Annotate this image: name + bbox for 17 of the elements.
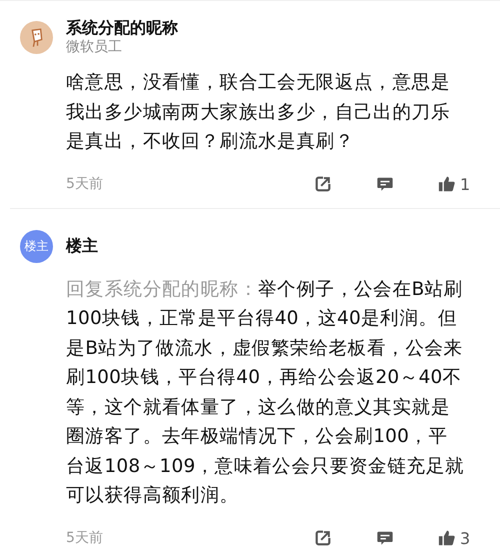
thumbs-up-icon xyxy=(438,529,456,547)
author-name: 系统分配的昵称 xyxy=(66,18,178,38)
like-button[interactable]: 1 xyxy=(438,174,480,194)
avatar-badge: 楼主 xyxy=(20,230,53,262)
comment-time: 5天前 xyxy=(66,529,103,547)
comment-text: 回复系统分配的昵称：举个例子，公会在B站刷100块钱，正常是平台得40，这40是利润。但是B站为了做流水，虚假繁荣给老板看，公会来刷100块钱，平台得40，再给公会返20～40不等，这个就看体量了，这么做的意义其实就是圈游客了。去年极端情况下，公会刷100，平台返108～109，意味着公会只要资金链充足就可以获得高额利润。 xyxy=(66,278,466,508)
share-icon[interactable] xyxy=(314,175,332,193)
avatar-icon xyxy=(20,20,53,54)
comment-text: 啥意思，没看懂，联合工会无限返点，意思是我出多少城南两大家族出多少，自己出的刀乐是真出，不收回？刷流水是真刷？ xyxy=(66,71,451,154)
author-title: 微软员工 xyxy=(66,38,123,56)
comment-icon[interactable] xyxy=(376,529,394,547)
comment-icon[interactable] xyxy=(376,175,394,193)
share-icon[interactable] xyxy=(314,529,332,547)
like-button[interactable]: 3 xyxy=(438,528,480,548)
author-name: 楼主 xyxy=(66,236,98,256)
thumbs-up-icon xyxy=(438,175,456,193)
comment-time: 5天前 xyxy=(66,175,103,193)
